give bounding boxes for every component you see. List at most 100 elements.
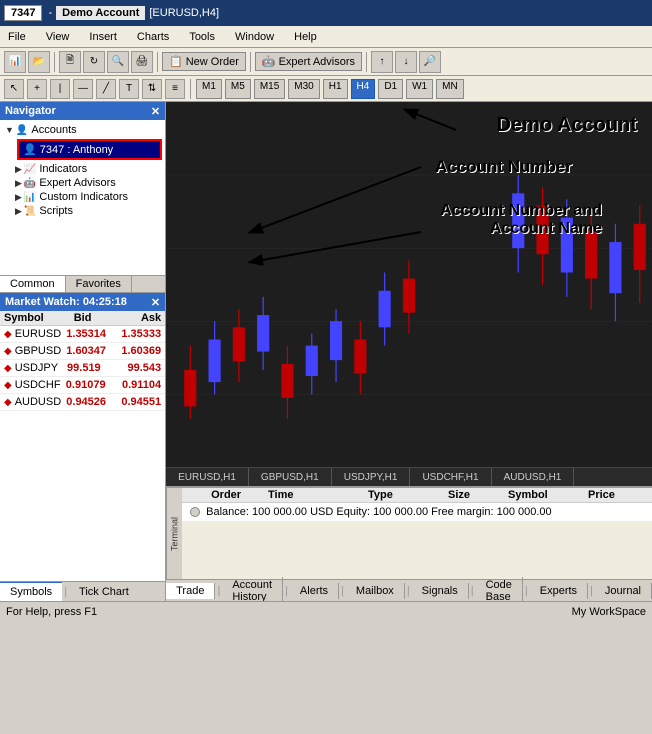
menu-charts[interactable]: Charts [133, 29, 173, 45]
refresh-btn[interactable]: ↻ [83, 51, 105, 73]
new-order-icon: 📋 [169, 55, 183, 68]
term-tab-mailbox[interactable]: Mailbox [346, 583, 405, 599]
ci-expand: ▶ [15, 192, 22, 203]
menu-tools[interactable]: Tools [185, 29, 219, 45]
market-watch-table: Symbol Bid Ask ◆EURUSD 1.35314 1.35333 ◆… [0, 311, 165, 581]
indicators-label: Indicators [39, 163, 87, 175]
term-col-size: Size [448, 489, 508, 501]
scripts-icon: 📜 [24, 206, 36, 217]
balance-indicator [190, 507, 200, 517]
term-tab-trade[interactable]: Trade [166, 583, 215, 599]
mw-ask-usdchf: 0.91104 [111, 379, 161, 391]
chart-tab-usdchf[interactable]: USDCHF,H1 [410, 468, 491, 486]
term-sep-4: | [405, 585, 412, 597]
ci-label: Custom Indicators [39, 191, 128, 203]
mw-symbol-usdjpy: ◆USDJPY [4, 362, 58, 374]
toolbar-1: 📊 📂 🗎 ↻ 🔍 🖨 📋 New Order 🤖 Expert Advisor… [0, 48, 652, 76]
chart-tabs-bar: EURUSD,H1 GBPUSD,H1 USDJPY,H1 USDCHF,H1 … [166, 467, 652, 486]
term-tab-account-history[interactable]: Account History [222, 577, 283, 602]
fib-tool[interactable]: ⇅ [142, 79, 162, 99]
status-bar: For Help, press F1 My WorkSpace [0, 601, 652, 621]
new-order-button[interactable]: 📋 New Order [162, 52, 246, 71]
chart-tab-eurusd[interactable]: EURUSD,H1 [166, 468, 249, 486]
template-btn[interactable]: 🗎 [59, 51, 81, 73]
menu-help[interactable]: Help [290, 29, 321, 45]
menu-window[interactable]: Window [231, 29, 278, 45]
chart-tab-audusd[interactable]: AUDUSD,H1 [492, 468, 575, 486]
term-sep-1: | [215, 585, 222, 597]
line-tool[interactable]: | [50, 79, 70, 99]
menu-file[interactable]: File [4, 29, 30, 45]
print-btn[interactable]: 🖨 [131, 51, 153, 73]
account-number-title: 7347 [4, 5, 42, 21]
custom-indicators-node[interactable]: ▶ 📊 Custom Indicators [13, 190, 162, 204]
scripts-expand: ▶ [15, 206, 22, 217]
term-col-order: Order [211, 489, 268, 501]
scripts-node[interactable]: ▶ 📜 Scripts [13, 204, 162, 218]
zoom-in-btn[interactable]: 🔍 [107, 51, 129, 73]
mw-ask-eurusd: 1.35333 [111, 328, 161, 340]
tb-btn-extra1[interactable]: ↑ [371, 51, 393, 73]
cursor-tool[interactable]: ↖ [4, 79, 24, 99]
mw-row-eurusd[interactable]: ◆EURUSD 1.35314 1.35333 [0, 326, 165, 343]
ea-expand: ▶ [15, 178, 22, 189]
draw-tool[interactable]: ╱ [96, 79, 116, 99]
text-tool[interactable]: T [119, 79, 139, 99]
tree-root-label: Accounts [31, 124, 76, 136]
term-col-price: Price [588, 489, 648, 501]
hline-tool[interactable]: — [73, 79, 93, 99]
menu-bar: File View Insert Charts Tools Window Hel… [0, 26, 652, 48]
tf-m5[interactable]: M5 [225, 79, 251, 99]
term-tab-signals[interactable]: Signals [412, 583, 469, 599]
mw-tab-tick-chart[interactable]: Tick Chart [69, 582, 139, 601]
nav-tab-common[interactable]: Common [0, 276, 66, 292]
tf-mn[interactable]: MN [436, 79, 464, 99]
market-watch-close[interactable]: ✕ [151, 296, 160, 309]
symbol-icon-audusd: ◆ [4, 397, 12, 408]
tb-btn-extra3[interactable]: 🔎 [419, 51, 441, 73]
mw-row-usdchf[interactable]: ◆USDCHF 0.91079 0.91104 [0, 377, 165, 394]
symbol-icon-usdchf: ◆ [4, 380, 12, 391]
navigator-close[interactable]: ✕ [151, 105, 160, 118]
account-highlight-box[interactable]: 👤 7347 : Anthony [17, 139, 162, 160]
account-node-label: 👤 7347 : Anthony [23, 144, 113, 156]
terminal-strip[interactable]: Terminal [166, 488, 182, 579]
crosshair-tool[interactable]: + [27, 79, 47, 99]
expand-icon: ▼ [5, 125, 14, 135]
channel-tool[interactable]: ≡ [165, 79, 185, 99]
mw-tab-symbols[interactable]: Symbols [0, 582, 62, 601]
terminal-tabs: Trade | Account History | Alerts | Mailb… [166, 579, 652, 601]
menu-view[interactable]: View [42, 29, 74, 45]
term-tab-code-base[interactable]: Code Base [476, 577, 523, 602]
chart-tab-gbpusd[interactable]: GBPUSD,H1 [249, 468, 332, 486]
indicators-node[interactable]: ▶ 📈 Indicators [13, 162, 162, 176]
term-tab-experts[interactable]: Experts [530, 583, 588, 599]
tf-m30[interactable]: M30 [288, 79, 319, 99]
new-chart-btn[interactable]: 📊 [4, 51, 26, 73]
tf-d1[interactable]: D1 [378, 79, 403, 99]
tf-w1[interactable]: W1 [406, 79, 433, 99]
term-tab-journal[interactable]: Journal [595, 583, 652, 599]
tf-m1[interactable]: M1 [196, 79, 222, 99]
market-watch-title: Market Watch: 04:25:18 [5, 296, 127, 308]
toolbar-sep-1 [54, 52, 55, 72]
tree-root[interactable]: ▼ 👤 Accounts [3, 123, 162, 137]
term-tab-alerts[interactable]: Alerts [290, 583, 339, 599]
tf-h1[interactable]: H1 [323, 79, 348, 99]
pair-info-title: [EURUSD,H4] [149, 7, 219, 19]
accounts-icon: 👤 [16, 125, 28, 136]
toolbar-sep-2 [157, 52, 158, 72]
menu-insert[interactable]: Insert [85, 29, 121, 45]
mw-row-gbpusd[interactable]: ◆GBPUSD 1.60347 1.60369 [0, 343, 165, 360]
open-btn[interactable]: 📂 [28, 51, 50, 73]
mw-row-usdjpy[interactable]: ◆USDJPY 99.519 99.543 [0, 360, 165, 377]
expert-advisors-button[interactable]: 🤖 Expert Advisors [255, 52, 362, 71]
chart-tab-usdjpy[interactable]: USDJPY,H1 [332, 468, 411, 486]
nav-tab-favorites[interactable]: Favorites [66, 276, 132, 292]
ci-icon: 📊 [24, 192, 36, 203]
expert-advisors-node[interactable]: ▶ 🤖 Expert Advisors [13, 176, 162, 190]
tb-btn-extra2[interactable]: ↓ [395, 51, 417, 73]
mw-row-audusd[interactable]: ◆AUDUSD 0.94526 0.94551 [0, 394, 165, 411]
tf-m15[interactable]: M15 [254, 79, 285, 99]
tf-h4[interactable]: H4 [351, 79, 376, 99]
